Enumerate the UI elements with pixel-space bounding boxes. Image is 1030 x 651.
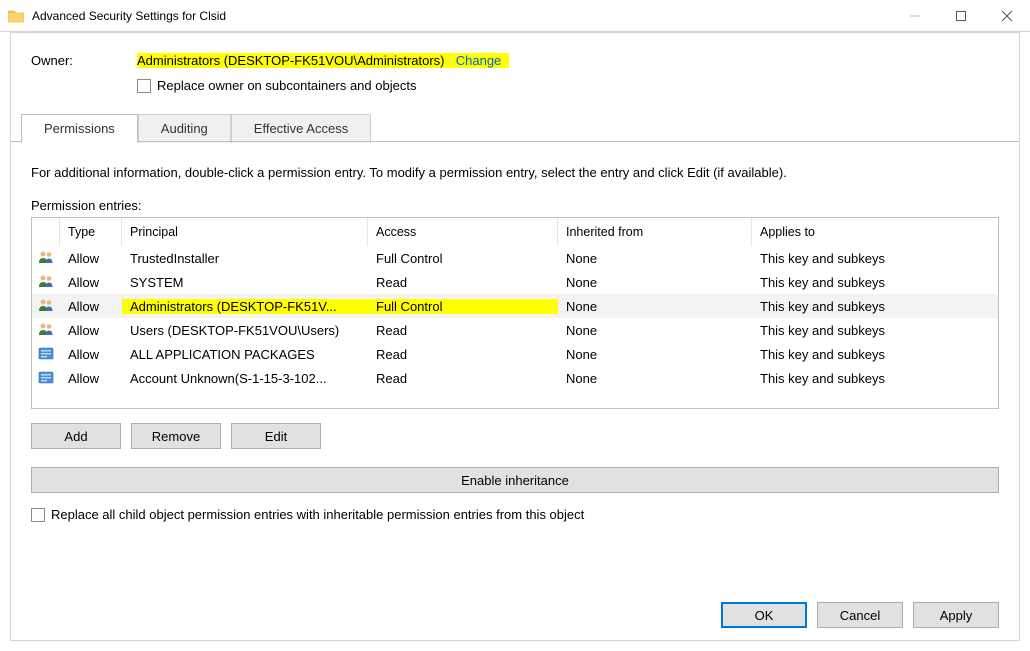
edit-button[interactable]: Edit xyxy=(231,423,321,449)
tabs-container: Permissions Auditing Effective Access xyxy=(11,113,1019,143)
principal-cell: Administrators (DESKTOP-FK51V... xyxy=(122,299,368,314)
people-icon xyxy=(32,321,60,340)
col-icon-header[interactable] xyxy=(32,218,60,246)
type-cell: Allow xyxy=(60,251,122,266)
access-cell: Read xyxy=(368,347,558,362)
inherit-row: Enable inheritance xyxy=(11,449,1019,507)
main-panel: Owner: Administrators (DESKTOP-FK51VOU\A… xyxy=(10,32,1020,641)
enable-inheritance-button[interactable]: Enable inheritance xyxy=(31,467,999,493)
access-cell: Read xyxy=(368,323,558,338)
access-cell: Full Control xyxy=(368,299,558,314)
inherited-cell: None xyxy=(558,323,752,338)
package-icon xyxy=(32,345,60,364)
col-applies-header[interactable]: Applies to xyxy=(752,218,998,246)
table-row[interactable]: AllowUsers (DESKTOP-FK51VOU\Users)ReadNo… xyxy=(32,318,998,342)
package-icon xyxy=(32,369,60,388)
actions-row: Add Remove Edit xyxy=(11,409,1019,449)
maximize-button[interactable] xyxy=(938,0,984,32)
type-cell: Allow xyxy=(60,371,122,386)
replace-child-row: Replace all child object permission entr… xyxy=(11,507,1019,522)
access-cell: Read xyxy=(368,371,558,386)
applies-cell: This key and subkeys xyxy=(752,251,998,266)
permissions-table: Type Principal Access Inherited from App… xyxy=(31,217,999,409)
applies-cell: This key and subkeys xyxy=(752,347,998,362)
tab-body: For additional information, double-click… xyxy=(11,143,1019,409)
col-type-header[interactable]: Type xyxy=(60,218,122,246)
cancel-button[interactable]: Cancel xyxy=(817,602,903,628)
folder-icon xyxy=(8,9,24,23)
principal-cell: ALL APPLICATION PACKAGES xyxy=(122,347,368,362)
applies-cell: This key and subkeys xyxy=(752,275,998,290)
type-cell: Allow xyxy=(60,275,122,290)
principal-cell: TrustedInstaller xyxy=(122,251,368,266)
tab-effective-access[interactable]: Effective Access xyxy=(231,114,371,143)
access-cell: Read xyxy=(368,275,558,290)
replace-owner-label: Replace owner on subcontainers and objec… xyxy=(157,78,416,93)
table-row[interactable]: AllowAccount Unknown(S-1-15-3-102...Read… xyxy=(32,366,998,390)
table-row[interactable]: AllowALL APPLICATION PACKAGESReadNoneThi… xyxy=(32,342,998,366)
principal-cell: Account Unknown(S-1-15-3-102... xyxy=(122,371,368,386)
people-icon xyxy=(32,297,60,316)
replace-owner-row: Replace owner on subcontainers and objec… xyxy=(11,78,1019,93)
type-cell: Allow xyxy=(60,323,122,338)
table-row[interactable]: AllowAdministrators (DESKTOP-FK51V...Ful… xyxy=(32,294,998,318)
owner-row: Owner: Administrators (DESKTOP-FK51VOU\A… xyxy=(11,53,1019,68)
inherited-cell: None xyxy=(558,347,752,362)
col-access-header[interactable]: Access xyxy=(368,218,558,246)
owner-label: Owner: xyxy=(31,53,137,68)
replace-owner-checkbox[interactable] xyxy=(137,79,151,93)
principal-cell: SYSTEM xyxy=(122,275,368,290)
principal-cell: Users (DESKTOP-FK51VOU\Users) xyxy=(122,323,368,338)
replace-child-checkbox[interactable] xyxy=(31,508,45,522)
owner-value: Administrators (DESKTOP-FK51VOU\Administ… xyxy=(137,53,445,68)
window-controls xyxy=(892,0,1030,31)
ok-button[interactable]: OK xyxy=(721,602,807,628)
applies-cell: This key and subkeys xyxy=(752,323,998,338)
minimize-button[interactable] xyxy=(892,0,938,32)
table-header: Type Principal Access Inherited from App… xyxy=(32,218,998,246)
inherited-cell: None xyxy=(558,275,752,290)
replace-child-label: Replace all child object permission entr… xyxy=(51,507,584,522)
type-cell: Allow xyxy=(60,347,122,362)
close-button[interactable] xyxy=(984,0,1030,32)
tab-auditing[interactable]: Auditing xyxy=(138,114,231,143)
type-cell: Allow xyxy=(60,299,122,314)
owner-value-highlight: Administrators (DESKTOP-FK51VOU\Administ… xyxy=(137,53,509,68)
change-owner-link[interactable]: Change xyxy=(456,53,502,68)
info-text: For additional information, double-click… xyxy=(31,165,999,180)
col-inherited-header[interactable]: Inherited from xyxy=(558,218,752,246)
remove-button[interactable]: Remove xyxy=(131,423,221,449)
inherited-cell: None xyxy=(558,371,752,386)
applies-cell: This key and subkeys xyxy=(752,371,998,386)
people-icon xyxy=(32,273,60,292)
col-principal-header[interactable]: Principal xyxy=(122,218,368,246)
inherited-cell: None xyxy=(558,251,752,266)
people-icon xyxy=(32,249,60,268)
tab-permissions[interactable]: Permissions xyxy=(21,114,138,143)
table-body: AllowTrustedInstallerFull ControlNoneThi… xyxy=(32,246,998,390)
title-bar: Advanced Security Settings for Clsid xyxy=(0,0,1030,32)
add-button[interactable]: Add xyxy=(31,423,121,449)
table-row[interactable]: AllowTrustedInstallerFull ControlNoneThi… xyxy=(32,246,998,270)
inherited-cell: None xyxy=(558,299,752,314)
apply-button[interactable]: Apply xyxy=(913,602,999,628)
entries-label: Permission entries: xyxy=(31,198,999,213)
applies-cell: This key and subkeys xyxy=(752,299,998,314)
window-title: Advanced Security Settings for Clsid xyxy=(32,9,892,23)
bottom-bar: OK Cancel Apply xyxy=(721,602,999,628)
access-cell: Full Control xyxy=(368,251,558,266)
table-row[interactable]: AllowSYSTEMReadNoneThis key and subkeys xyxy=(32,270,998,294)
